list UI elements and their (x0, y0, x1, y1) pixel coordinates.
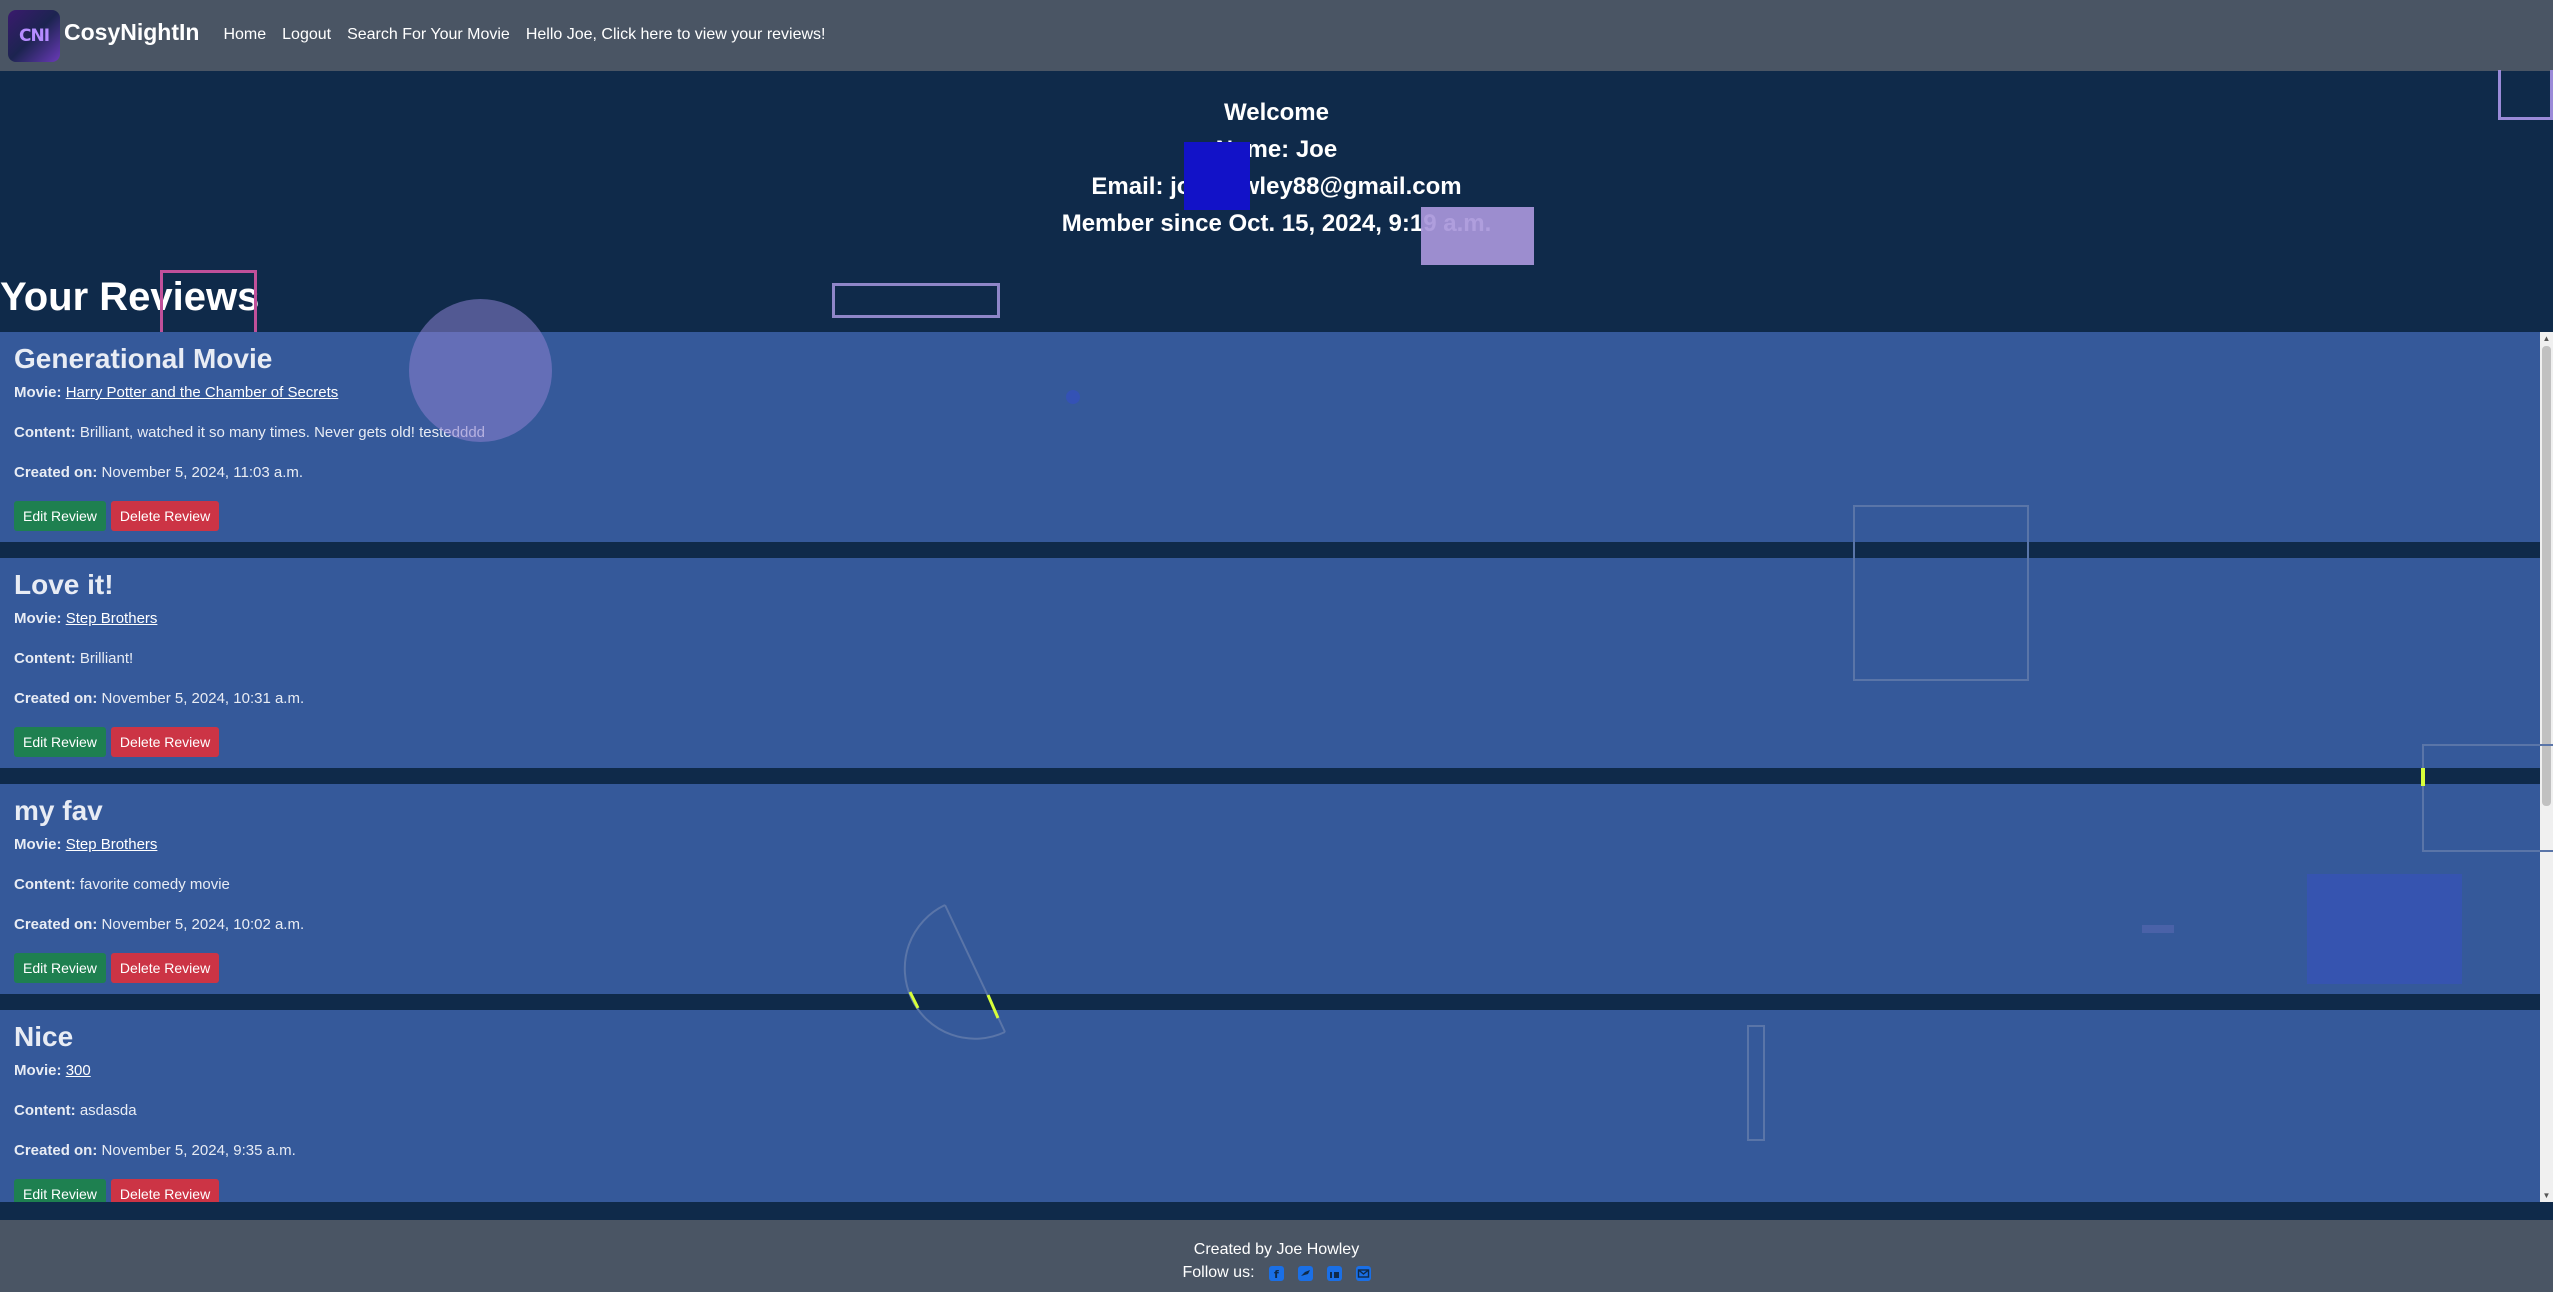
footer-credit: Created by Joe Howley (1193, 1241, 1360, 1258)
profile-name: Name: Joe (1215, 136, 1338, 163)
review-actions: Edit Review Delete Review (14, 1179, 2540, 1202)
movie-label: Movie: (14, 610, 62, 627)
facebook-icon[interactable]: f (1268, 1265, 1284, 1281)
movie-link[interactable]: Step Brothers (66, 610, 158, 627)
content-label: Content: (14, 1102, 76, 1119)
review-actions: Edit Review Delete Review (14, 727, 2540, 757)
content-label: Content: (14, 650, 76, 667)
follow-label: Follow us: (1182, 1264, 1255, 1281)
review-content: Content: favorite comedy movie (14, 874, 2540, 896)
review-card: Nice Movie: 300 Content: asdasda Created… (0, 1010, 2540, 1202)
review-title: Nice (14, 1021, 74, 1052)
review-created: Created on: November 5, 2024, 11:03 a.m. (14, 462, 2540, 484)
movie-link[interactable]: Harry Potter and the Chamber of Secrets (66, 384, 339, 401)
logo-text: CNI (18, 25, 50, 46)
brand-name[interactable]: CosyNightIn (64, 19, 199, 46)
reviews-list[interactable]: Generational Movie Movie: Harry Potter a… (0, 332, 2553, 1202)
scrollbar-thumb[interactable] (2542, 346, 2551, 806)
reviews-heading: Your Reviews (0, 275, 260, 319)
review-created: Created on: November 5, 2024, 9:35 a.m. (14, 1140, 2540, 1162)
site-logo[interactable]: CNI (8, 9, 60, 62)
review-actions: Edit Review Delete Review (14, 953, 2540, 983)
edit-review-button[interactable]: Edit Review (14, 953, 106, 983)
decorative-rectangle-outline (832, 283, 1000, 318)
delete-review-button[interactable]: Delete Review (110, 501, 220, 531)
review-content: Content: Brilliant, watched it so many t… (14, 422, 2540, 444)
footer: Created by Joe Howley Follow us: f (0, 1220, 2553, 1292)
email-icon[interactable] (1355, 1265, 1371, 1281)
movie-link[interactable]: Step Brothers (66, 836, 158, 853)
nav-link-logout[interactable]: Logout (282, 26, 331, 44)
created-date: November 5, 2024, 10:31 a.m. (101, 690, 305, 707)
review-actions: Edit Review Delete Review (14, 501, 2540, 531)
profile-email: Email: joe.howley88@gmail.com (1091, 173, 1462, 200)
content-text: Brilliant! (79, 650, 134, 667)
movie-label: Movie: (14, 836, 62, 853)
linkedin-icon[interactable] (1326, 1265, 1342, 1281)
delete-review-button[interactable]: Delete Review (110, 953, 220, 983)
edit-review-button[interactable]: Edit Review (14, 727, 106, 757)
movie-label: Movie: (14, 1062, 62, 1079)
nav-link-home[interactable]: Home (223, 26, 266, 44)
footer-follow: Follow us: f (0, 1264, 2553, 1282)
nav-link-search-movie[interactable]: Search For Your Movie (347, 26, 510, 44)
review-movie: Movie: Harry Potter and the Chamber of S… (14, 382, 2540, 404)
content-text: favorite comedy movie (79, 876, 230, 893)
navbar: CNI CosyNightIn Home Logout Search For Y… (0, 0, 2553, 71)
review-title: Generational Movie (14, 343, 273, 374)
review-card: my fav Movie: Step Brothers Content: fav… (0, 784, 2540, 994)
profile-section: Welcome Name: Joe Email: joe.howley88@gm… (0, 94, 2553, 242)
created-date: November 5, 2024, 10:02 a.m. (101, 916, 305, 933)
twitter-icon[interactable] (1297, 1265, 1313, 1281)
delete-review-button[interactable]: Delete Review (110, 1179, 220, 1202)
review-content: Content: asdasda (14, 1100, 2540, 1122)
profile-member-since: Member since Oct. 15, 2024, 9:19 a.m. (1061, 210, 1492, 237)
movie-label: Movie: (14, 384, 62, 401)
review-content: Content: Brilliant! (14, 648, 2540, 670)
created-label: Created on: (14, 690, 98, 707)
created-date: November 5, 2024, 11:03 a.m. (101, 464, 304, 481)
created-date: November 5, 2024, 9:35 a.m. (101, 1142, 296, 1159)
review-movie: Movie: Step Brothers (14, 834, 2540, 856)
content-label: Content: (14, 424, 76, 441)
created-label: Created on: (14, 1142, 98, 1159)
scroll-down-arrow-icon[interactable]: ▼ (2540, 1189, 2553, 1202)
nav-link-my-reviews[interactable]: Hello Joe, Click here to view your revie… (526, 26, 826, 44)
welcome-heading: Welcome (1224, 99, 1329, 126)
scroll-up-arrow-icon[interactable]: ▲ (2540, 332, 2553, 345)
movie-link[interactable]: 300 (66, 1062, 91, 1079)
review-title: my fav (14, 795, 103, 826)
created-label: Created on: (14, 916, 98, 933)
review-movie: Movie: Step Brothers (14, 608, 2540, 630)
review-movie: Movie: 300 (14, 1060, 2540, 1082)
review-title: Love it! (14, 569, 114, 600)
content-text: asdasda (79, 1102, 137, 1119)
svg-text:f: f (1274, 1268, 1279, 1281)
delete-review-button[interactable]: Delete Review (110, 727, 220, 757)
content-label: Content: (14, 876, 76, 893)
review-card: Love it! Movie: Step Brothers Content: B… (0, 558, 2540, 768)
review-created: Created on: November 5, 2024, 10:31 a.m. (14, 688, 2540, 710)
content-text: Brilliant, watched it so many times. Nev… (79, 424, 486, 441)
review-created: Created on: November 5, 2024, 10:02 a.m. (14, 914, 2540, 936)
edit-review-button[interactable]: Edit Review (14, 1179, 106, 1202)
reviews-scrollbar[interactable]: ▲ ▼ (2540, 332, 2553, 1202)
created-label: Created on: (14, 464, 98, 481)
review-card: Generational Movie Movie: Harry Potter a… (0, 332, 2540, 542)
edit-review-button[interactable]: Edit Review (14, 501, 106, 531)
